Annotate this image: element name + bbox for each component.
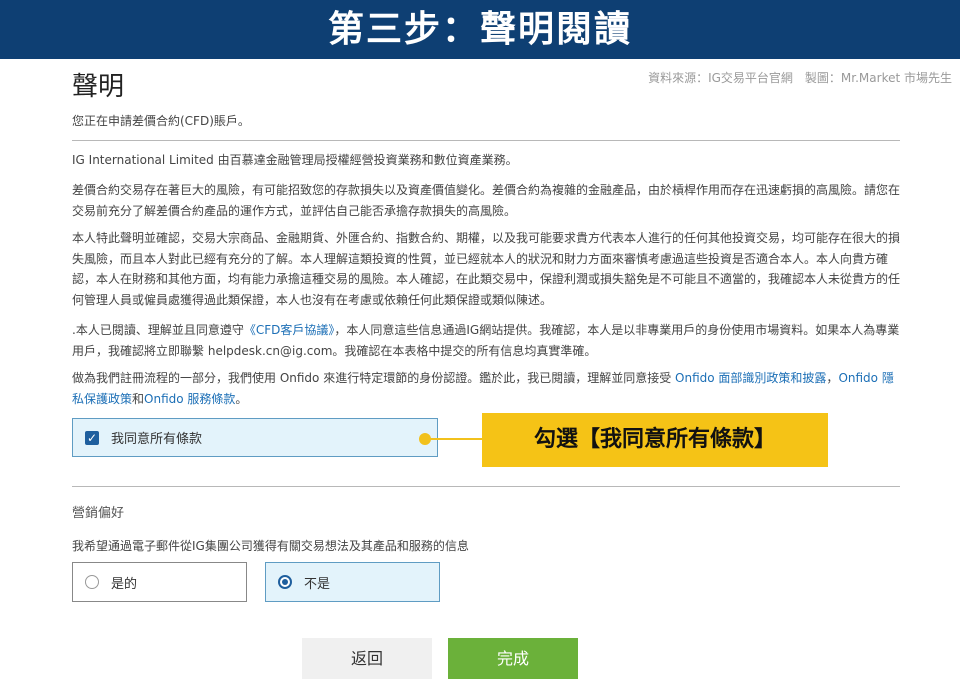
agree-label: 我同意所有條款 (111, 432, 203, 447)
onfido-terms-link[interactable]: Onfido 服務條款 (144, 392, 235, 406)
divider (72, 140, 900, 141)
helpdesk-email: helpdesk.cn@ig.com (207, 343, 333, 358)
onfido-separator: ， (826, 371, 839, 385)
declaration-paragraph-1: IG International Limited 由百慕達金融管理局授權經營投資… (72, 153, 518, 167)
account-subtitle: 您正在申請差價合約(CFD)賬戶。 (72, 114, 250, 128)
onfido-end: 。 (235, 391, 248, 406)
source-note: 資料來源：IG交易平台官網 製圖：Mr.Market 市場先生 (648, 71, 952, 85)
radio-on-icon[interactable] (278, 575, 292, 589)
back-button[interactable]: 返回 (302, 638, 432, 679)
radio-off-icon[interactable] (85, 575, 99, 589)
cfd-agreement-link[interactable]: 《CFD客戶協議》 (244, 323, 335, 337)
option-label: 是的 (111, 576, 138, 592)
marketing-question: 我希望通過電子郵件從IG集團公司獲得有關交易想法及其產品和服務的信息 (72, 539, 469, 553)
agreement-text: .本人已閱讀、理解並且同意遵守 (72, 323, 244, 337)
step-banner: 第三步：聲明閱讀 (0, 0, 960, 59)
callout-connector (424, 438, 486, 440)
agree-all-terms-checkbox[interactable]: ✓ 我同意所有條款 (72, 418, 438, 457)
page-title: 聲明 (72, 72, 125, 102)
onfido-text: 做為我們註冊流程的一部分，我們使用 Onfido 來進行特定環節的身份認證。鑑於… (72, 371, 672, 385)
marketing-section-title: 營銷偏好 (72, 506, 125, 521)
declaration-paragraph-3: 本人特此聲明並確認，交易大宗商品、金融期貨、外匯合約、指數合約、期權，以及我可能… (72, 231, 901, 307)
done-button[interactable]: 完成 (448, 638, 578, 679)
onfido-and: 和 (132, 391, 145, 406)
marketing-option-yes[interactable]: 是的 (72, 562, 247, 602)
declaration-paragraph-2: 差價合約交易存在著巨大的風險，有可能招致您的存款損失以及資產價值變化。差價合約為… (72, 183, 901, 218)
callout-dot (419, 433, 431, 445)
option-label: 不是 (304, 576, 331, 592)
declaration-paragraph-4: .本人已閱讀、理解並且同意遵守《CFD客戶協議》，本人同意這些信息通過IG網站提… (72, 320, 902, 361)
marketing-option-no[interactable]: 不是 (265, 562, 440, 602)
checkmark-icon[interactable]: ✓ (85, 430, 99, 445)
callout-annotation: 勾選【我同意所有條款】 (482, 413, 828, 467)
divider (72, 486, 900, 487)
declaration-paragraph-5: 做為我們註冊流程的一部分，我們使用 Onfido 來進行特定環節的身份認證。鑑於… (72, 368, 902, 409)
agreement-text: 。我確認在本表格中提交的所有信息均真實準確。 (332, 343, 597, 358)
onfido-face-policy-link[interactable]: Onfido 面部識別政策和披露 (675, 371, 826, 385)
